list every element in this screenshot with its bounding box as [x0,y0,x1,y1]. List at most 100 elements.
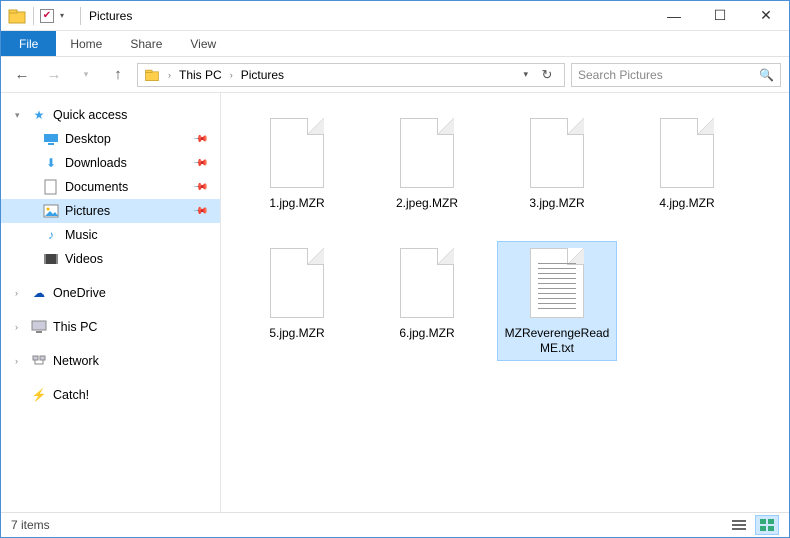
file-label: 4.jpg.MZR [659,196,714,211]
status-count: 7 items [11,518,50,532]
pin-icon: 📌 [191,203,208,220]
sidebar-item-label: OneDrive [53,286,106,300]
sidebar: ▾ ★ Quick access Desktop 📌 ⬇ Downloads 📌… [1,93,221,513]
computer-icon [31,319,47,335]
file-label: 6.jpg.MZR [399,326,454,341]
titlebar-separator [80,7,81,25]
view-details-button[interactable] [727,515,751,535]
search-input[interactable]: Search Pictures 🔍 [571,63,781,87]
file-label: 3.jpg.MZR [529,196,584,211]
sidebar-item-music[interactable]: ♪ Music [1,223,220,247]
chevron-right-icon[interactable]: › [15,322,25,332]
recent-dropdown-icon[interactable]: ▾ [73,62,99,88]
desktop-icon [43,131,59,147]
sidebar-item-label: Videos [65,252,103,266]
sidebar-item-label: Catch! [53,388,89,402]
sidebar-onedrive[interactable]: › ☁ OneDrive [1,281,220,305]
file-label: 1.jpg.MZR [269,196,324,211]
sidebar-network[interactable]: › Network [1,349,220,373]
search-placeholder: Search Pictures [578,68,663,82]
music-icon: ♪ [43,227,59,243]
unknown-file-icon [657,118,717,190]
sidebar-item-desktop[interactable]: Desktop 📌 [1,127,220,151]
status-bar: 7 items [1,512,789,537]
file-item[interactable]: 4.jpg.MZR [627,111,747,231]
folder-icon [144,67,160,83]
app-icon [7,6,27,26]
sidebar-item-label: Downloads [65,156,127,170]
sidebar-item-label: Quick access [53,108,127,122]
sidebar-item-downloads[interactable]: ⬇ Downloads 📌 [1,151,220,175]
sidebar-item-label: Music [65,228,98,242]
sidebar-item-label: Documents [65,180,128,194]
unknown-file-icon [267,248,327,320]
breadcrumb-pictures[interactable]: Pictures [241,68,284,82]
chevron-right-icon[interactable]: › [15,288,25,298]
file-item[interactable]: MZReverengeReadME.txt [497,241,617,361]
breadcrumb-this-pc[interactable]: This PC [179,68,222,82]
sidebar-item-pictures[interactable]: Pictures 📌 [1,199,220,223]
sidebar-quick-access[interactable]: ▾ ★ Quick access [1,103,220,127]
sidebar-item-label: This PC [53,320,97,334]
unknown-file-icon [397,118,457,190]
file-grid: 1.jpg.MZR 2.jpeg.MZR 3.jpg.MZR 4.jpg.MZR 5.j… [237,111,773,361]
minimize-button[interactable]: — [651,1,697,31]
sidebar-item-videos[interactable]: Videos [1,247,220,271]
pin-icon: 📌 [191,131,208,148]
file-item[interactable]: 2.jpeg.MZR [367,111,487,231]
main-area: ▾ ★ Quick access Desktop 📌 ⬇ Downloads 📌… [1,93,789,513]
ribbon: File Home Share View [1,31,789,57]
ribbon-file-tab[interactable]: File [1,31,56,56]
qat-chevron-down-icon[interactable]: ▾ [60,11,70,20]
ribbon-tab-home[interactable]: Home [56,31,116,56]
unknown-file-icon [397,248,457,320]
maximize-button[interactable]: ☐ [697,1,743,31]
chevron-right-icon[interactable]: › [164,70,175,80]
pin-icon: 📌 [191,155,208,172]
documents-icon [43,179,59,195]
close-button[interactable]: ✕ [743,1,789,31]
back-button[interactable]: ← [9,62,35,88]
ribbon-tab-view[interactable]: View [176,31,230,56]
file-item[interactable]: 5.jpg.MZR [237,241,357,361]
ribbon-tab-share[interactable]: Share [116,31,176,56]
navbar: ← → ▾ ↑ › This PC › Pictures ▾ ↻ Search … [1,57,789,93]
view-icons-button[interactable] [755,515,779,535]
file-item[interactable]: 3.jpg.MZR [497,111,617,231]
pictures-icon [43,203,59,219]
forward-button[interactable]: → [41,62,67,88]
chevron-right-icon[interactable]: › [226,70,237,80]
chevron-right-icon[interactable]: › [15,356,25,366]
text-file-icon [527,248,587,320]
videos-icon [43,251,59,267]
up-button[interactable]: ↑ [105,62,131,88]
chevron-down-icon[interactable]: ▾ [15,110,25,121]
qat-properties-icon[interactable]: ✔ [40,9,54,23]
file-label: MZReverengeReadME.txt [502,326,612,356]
refresh-button[interactable]: ↻ [536,67,558,83]
address-bar[interactable]: › This PC › Pictures ▾ ↻ [137,63,565,87]
titlebar: ✔ ▾ Pictures — ☐ ✕ [1,1,789,31]
titlebar-separator [33,7,34,25]
file-item[interactable]: 1.jpg.MZR [237,111,357,231]
star-icon: ★ [31,107,47,123]
sidebar-item-documents[interactable]: Documents 📌 [1,175,220,199]
sidebar-item-label: Desktop [65,132,111,146]
sidebar-item-label: Network [53,354,99,368]
unknown-file-icon [267,118,327,190]
window-title: Pictures [89,9,132,23]
file-label: 2.jpeg.MZR [396,196,458,211]
address-dropdown-icon[interactable]: ▾ [519,69,532,80]
sidebar-this-pc[interactable]: › This PC [1,315,220,339]
cloud-icon: ☁ [31,285,47,301]
sidebar-catch[interactable]: ⚡ Catch! [1,383,220,407]
catch-icon: ⚡ [31,387,47,403]
unknown-file-icon [527,118,587,190]
file-item[interactable]: 6.jpg.MZR [367,241,487,361]
content-pane[interactable]: 1.jpg.MZR 2.jpeg.MZR 3.jpg.MZR 4.jpg.MZR 5.j… [221,93,789,513]
downloads-icon: ⬇ [43,155,59,171]
network-icon [31,353,47,369]
search-icon: 🔍 [759,68,774,82]
file-label: 5.jpg.MZR [269,326,324,341]
pin-icon: 📌 [191,179,208,196]
